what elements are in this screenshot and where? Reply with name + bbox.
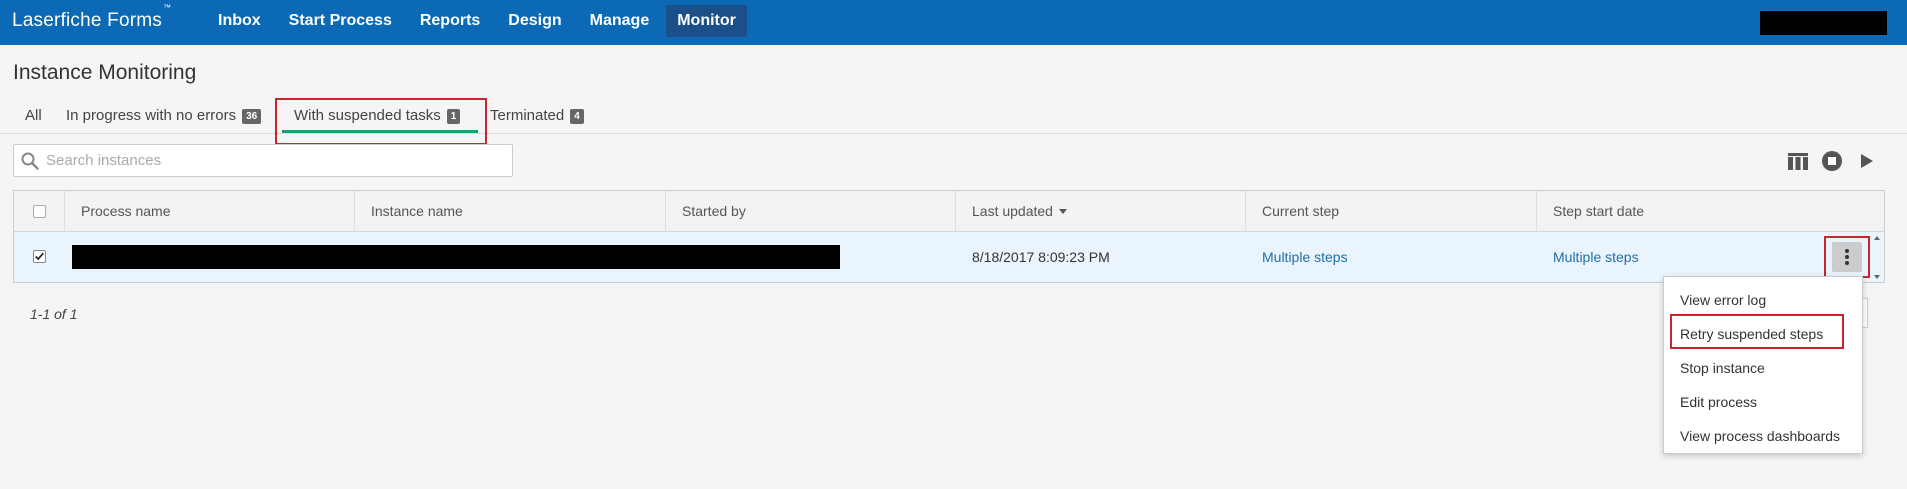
nav-item-manage[interactable]: Manage bbox=[579, 5, 661, 37]
column-label: Step start date bbox=[1553, 203, 1645, 219]
select-all-checkbox[interactable] bbox=[33, 205, 46, 218]
row-actions-button[interactable] bbox=[1832, 242, 1862, 272]
menu-item-retry-suspended-steps[interactable]: Retry suspended steps bbox=[1664, 317, 1862, 351]
tab-label: In progress with no errors bbox=[66, 107, 237, 124]
column-label: Last updated bbox=[972, 203, 1053, 219]
table-scrollbar[interactable] bbox=[1872, 235, 1882, 281]
nav-item-reports[interactable]: Reports bbox=[409, 5, 491, 37]
column-header-step-start-date[interactable]: Step start date bbox=[1536, 191, 1884, 232]
menu-item-view-error-log[interactable]: View error log bbox=[1664, 283, 1862, 317]
row-checkbox[interactable] bbox=[33, 250, 46, 263]
redacted-process-instance-info bbox=[72, 245, 840, 269]
table-row[interactable]: 8/18/2017 8:09:23 PM Multiple steps Mult… bbox=[14, 232, 1884, 282]
count-badge: 4 bbox=[570, 109, 584, 124]
pagination-info: 1-1 of 1 bbox=[30, 306, 78, 322]
column-header-started-by[interactable]: Started by bbox=[665, 191, 955, 232]
row-actions-menu: View error log Retry suspended steps Sto… bbox=[1663, 276, 1863, 454]
more-vertical-icon bbox=[1845, 249, 1849, 265]
checkmark-icon bbox=[35, 252, 44, 261]
nav-item-design[interactable]: Design bbox=[497, 5, 572, 37]
tab-all[interactable]: All bbox=[25, 100, 42, 132]
sort-desc-icon bbox=[1058, 209, 1067, 214]
search-box bbox=[13, 144, 513, 177]
nav-item-monitor[interactable]: Monitor bbox=[666, 5, 747, 37]
table-header: Process name Instance name Started by La… bbox=[14, 191, 1884, 232]
column-label: Current step bbox=[1262, 203, 1340, 219]
cell-last-updated: 8/18/2017 8:09:23 PM bbox=[972, 249, 1110, 265]
tab-label: All bbox=[25, 107, 42, 124]
main-nav: Inbox Start Process Reports Design Manag… bbox=[207, 5, 753, 37]
column-header-instance-name[interactable]: Instance name bbox=[354, 191, 665, 232]
column-header-last-updated[interactable]: Last updated bbox=[955, 191, 1245, 232]
search-input[interactable] bbox=[44, 145, 504, 176]
trademark-mark: ™ bbox=[162, 2, 172, 12]
count-badge: 1 bbox=[446, 109, 461, 124]
menu-item-edit-process[interactable]: Edit process bbox=[1664, 385, 1862, 419]
play-icon[interactable] bbox=[1855, 150, 1877, 172]
tab-label: With suspended tasks bbox=[294, 107, 441, 124]
nav-item-start-process[interactable]: Start Process bbox=[278, 5, 403, 37]
columns-icon[interactable] bbox=[1787, 150, 1809, 172]
column-label: Started by bbox=[682, 203, 746, 219]
nav-item-inbox[interactable]: Inbox bbox=[207, 5, 272, 37]
menu-item-view-process-dashboards[interactable]: View process dashboards bbox=[1664, 419, 1862, 453]
cell-current-step-link[interactable]: Multiple steps bbox=[1262, 232, 1348, 282]
user-menu-redacted[interactable] bbox=[1760, 11, 1887, 35]
count-badge: 36 bbox=[242, 109, 262, 124]
tab-in-progress[interactable]: In progress with no errors 36 bbox=[66, 100, 262, 132]
tab-terminated[interactable]: Terminated 4 bbox=[490, 100, 584, 132]
tab-label: Terminated bbox=[490, 107, 565, 124]
brand-name: Laserfiche Forms bbox=[12, 10, 162, 31]
column-label: Instance name bbox=[371, 203, 463, 219]
cell-step-start-date-link[interactable]: Multiple steps bbox=[1553, 232, 1639, 282]
column-header-current-step[interactable]: Current step bbox=[1245, 191, 1536, 232]
page-title: Instance Monitoring bbox=[13, 61, 197, 84]
column-label: Process name bbox=[81, 203, 171, 219]
menu-item-stop-instance[interactable]: Stop instance bbox=[1664, 351, 1862, 385]
search-icon bbox=[21, 152, 39, 170]
instances-table: Process name Instance name Started by La… bbox=[13, 190, 1885, 283]
top-navigation-bar: Laserfiche Forms™ Inbox Start Process Re… bbox=[0, 0, 1907, 45]
tab-with-suspended-tasks[interactable]: With suspended tasks 1 bbox=[294, 100, 461, 132]
tabs-divider bbox=[0, 133, 1907, 134]
app-brand[interactable]: Laserfiche Forms™ bbox=[12, 3, 171, 32]
column-header-process-name[interactable]: Process name bbox=[64, 191, 354, 232]
stop-icon[interactable] bbox=[1821, 150, 1843, 172]
